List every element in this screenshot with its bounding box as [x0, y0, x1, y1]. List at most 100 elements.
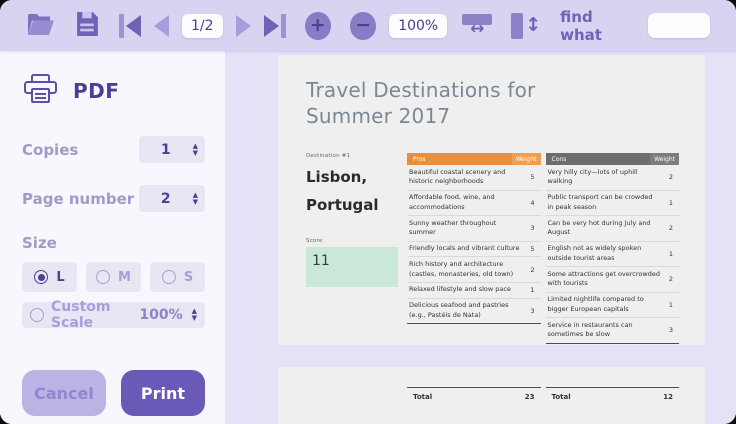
row-text: Public transport can be crowded in peak …: [548, 193, 664, 213]
page-number-value: 2: [139, 191, 193, 207]
custom-scale-label: Custom Scale: [51, 299, 132, 331]
row-weight: 2: [663, 275, 679, 283]
row-weight: 5: [525, 173, 541, 181]
row-weight: 1: [525, 286, 541, 294]
horizontal-arrow-icon: ↔: [470, 23, 484, 37]
size-option[interactable]: S: [150, 262, 205, 292]
page-1: Travel Destinations for Summer 2017 Dest…: [278, 55, 705, 345]
pros-total-value: 23: [525, 393, 535, 401]
next-page-icon: [236, 15, 251, 37]
cancel-button[interactable]: Cancel: [22, 370, 106, 416]
radio-icon: [162, 270, 176, 284]
previous-page-icon: [154, 15, 169, 37]
copies-label: Copies: [22, 141, 78, 159]
table-row: Relaxed lifestyle and slow pace 1: [407, 283, 541, 299]
cons-total-value: 12: [663, 393, 673, 401]
destination-name: Lisbon, Portugal: [306, 164, 386, 220]
find-input[interactable]: [648, 13, 710, 38]
size-options: L M S: [22, 262, 205, 292]
print-button[interactable]: Print: [121, 370, 205, 416]
cons-total-row: Total 12: [546, 387, 680, 401]
row-weight: 3: [525, 307, 541, 315]
pros-weight-header: Weight: [512, 153, 541, 165]
radio-icon: [30, 308, 44, 322]
stepper-arrows-icon[interactable]: ▲▼: [193, 192, 198, 205]
toolbar: 1/2 + − 100% ↔ ↕ find what: [0, 0, 736, 51]
size-option[interactable]: L: [22, 262, 77, 292]
open-folder-button[interactable]: [26, 11, 56, 41]
radio-icon: [96, 270, 110, 284]
row-weight: 2: [663, 173, 679, 181]
table-row: Rich history and architecture (castles, …: [407, 257, 541, 283]
row-text: Friendly locals and vibrant culture: [409, 244, 525, 254]
save-button[interactable]: [75, 11, 100, 41]
pros-total-label: Total: [413, 393, 432, 401]
first-page-button[interactable]: [119, 14, 141, 38]
copies-stepper[interactable]: 1 ▲▼: [139, 136, 205, 163]
row-text: Very hilly city—lots of uphill walking: [548, 168, 664, 188]
plus-icon: +: [310, 16, 326, 35]
find-what-label: find what: [560, 8, 635, 44]
row-weight: 1: [663, 199, 679, 207]
next-page-button[interactable]: [236, 15, 251, 37]
custom-scale-option[interactable]: Custom Scale 100% ▲▼: [22, 302, 205, 328]
destination-label: Destination #1: [306, 153, 398, 159]
pdf-viewer-window: 1/2 + − 100% ↔ ↕ find what: [0, 0, 736, 424]
row-text: Affordable food, wine, and accommodation…: [409, 193, 525, 213]
pros-rows: Beautiful coastal scenery and historic n…: [407, 165, 541, 324]
row-weight: 1: [663, 301, 679, 309]
minus-icon: −: [355, 16, 371, 35]
zoom-level: 100%: [389, 14, 447, 38]
score-value: 11: [312, 253, 330, 269]
row-text: Sunny weather throughout summer: [409, 219, 525, 239]
size-option-label: S: [184, 270, 193, 285]
pros-column: Pros Weight Beautiful coastal scenery an…: [407, 153, 541, 344]
last-page-icon: [281, 14, 286, 38]
left-triangle-icon: [126, 15, 141, 37]
pros-header: Pros Weight: [407, 153, 541, 165]
row-text: Service in restaurants can sometimes be …: [548, 321, 664, 341]
print-settings-panel: PDF Copies 1 ▲▼ Page number 2 ▲▼ Size: [0, 51, 225, 424]
table-row: Some attractions get overcrowded with to…: [546, 267, 680, 293]
copies-value: 1: [139, 142, 193, 158]
save-icon: [75, 11, 100, 41]
table-row: Very hilly city—lots of uphill walking 2: [546, 165, 680, 191]
size-option[interactable]: M: [86, 262, 141, 292]
pros-header-label: Pros: [413, 156, 426, 163]
size-option-label: L: [56, 270, 64, 285]
page-number-label: Page number: [22, 190, 134, 208]
row-text: Limited nightlife compared to bigger Eur…: [548, 295, 664, 315]
last-page-button[interactable]: [264, 14, 286, 38]
vertical-arrow-icon: ↕: [525, 16, 541, 35]
custom-scale-value: 100%: [139, 307, 182, 323]
stepper-arrows-icon[interactable]: ▲▼: [192, 308, 197, 321]
stepper-arrows-icon[interactable]: ▲▼: [193, 143, 198, 156]
pros-cons-table: Destination #1 Lisbon, Portugal Score 11…: [306, 153, 679, 344]
row-weight: 2: [525, 266, 541, 274]
document-preview-area[interactable]: Travel Destinations for Summer 2017 Dest…: [225, 51, 736, 424]
fit-height-icon: [511, 13, 523, 39]
panel-title: PDF: [73, 79, 119, 103]
radio-icon: [34, 270, 48, 284]
zoom-in-button[interactable]: +: [305, 12, 331, 40]
row-weight: 1: [663, 250, 679, 258]
size-option-label: M: [118, 270, 131, 285]
page-number-stepper[interactable]: 2 ▲▼: [139, 185, 205, 212]
row-text: Delicious seafood and pastries (e.g., Pa…: [409, 301, 525, 321]
row-text: Relaxed lifestyle and slow pace: [409, 285, 525, 295]
table-row: Public transport can be crowded in peak …: [546, 191, 680, 217]
row-weight: 4: [525, 199, 541, 207]
previous-page-button[interactable]: [154, 15, 169, 37]
fit-height-button[interactable]: ↕: [511, 13, 541, 39]
row-text: Rich history and architecture (castles, …: [409, 260, 525, 280]
table-row: Beautiful coastal scenery and historic n…: [407, 165, 541, 191]
fit-width-button[interactable]: ↔: [462, 14, 492, 37]
page-indicator: 1/2: [182, 14, 223, 38]
page-2: Total 23 Total 12: [278, 367, 705, 424]
table-row: Delicious seafood and pastries (e.g., Pa…: [407, 299, 541, 325]
cons-header: Cons Weight: [546, 153, 680, 165]
zoom-out-button[interactable]: −: [350, 12, 376, 40]
score-box: 11: [306, 247, 398, 287]
right-triangle-icon: [264, 15, 279, 37]
size-label: Size: [22, 234, 205, 252]
